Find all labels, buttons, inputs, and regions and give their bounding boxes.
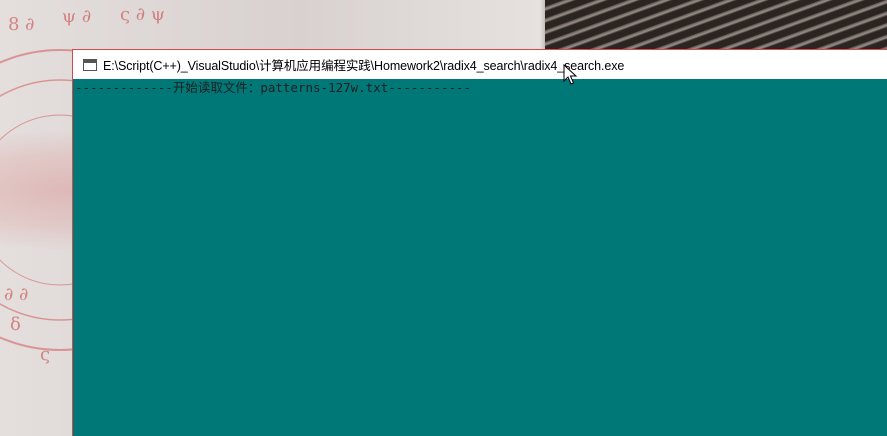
- svg-text:8 ∂: 8 ∂: [8, 14, 34, 35]
- svg-text:ψ ∂: ψ ∂: [62, 6, 91, 27]
- svg-text:ς ∂ ψ: ς ∂ ψ: [120, 4, 165, 25]
- console-window[interactable]: E:\Script(C++)_VisualStudio\计算机应用编程实践\Ho…: [72, 49, 887, 436]
- console-window-icon[interactable]: [83, 58, 97, 71]
- wallpaper-dark-region: [545, 0, 887, 50]
- window-title: E:\Script(C++)_VisualStudio\计算机应用编程实践\Ho…: [103, 59, 625, 73]
- arrow-pointer-icon: [563, 64, 578, 85]
- svg-text:∂ ∂: ∂ ∂: [4, 284, 28, 305]
- svg-text:ς: ς: [40, 344, 50, 365]
- window-titlebar[interactable]: E:\Script(C++)_VisualStudio\计算机应用编程实践\Ho…: [73, 50, 887, 79]
- console-output-area[interactable]: -------------开始读取文件：patterns-127w.txt---…: [73, 79, 887, 436]
- console-line: -------------开始读取文件：patterns-127w.txt---…: [75, 80, 472, 95]
- svg-text:δ: δ: [10, 314, 21, 335]
